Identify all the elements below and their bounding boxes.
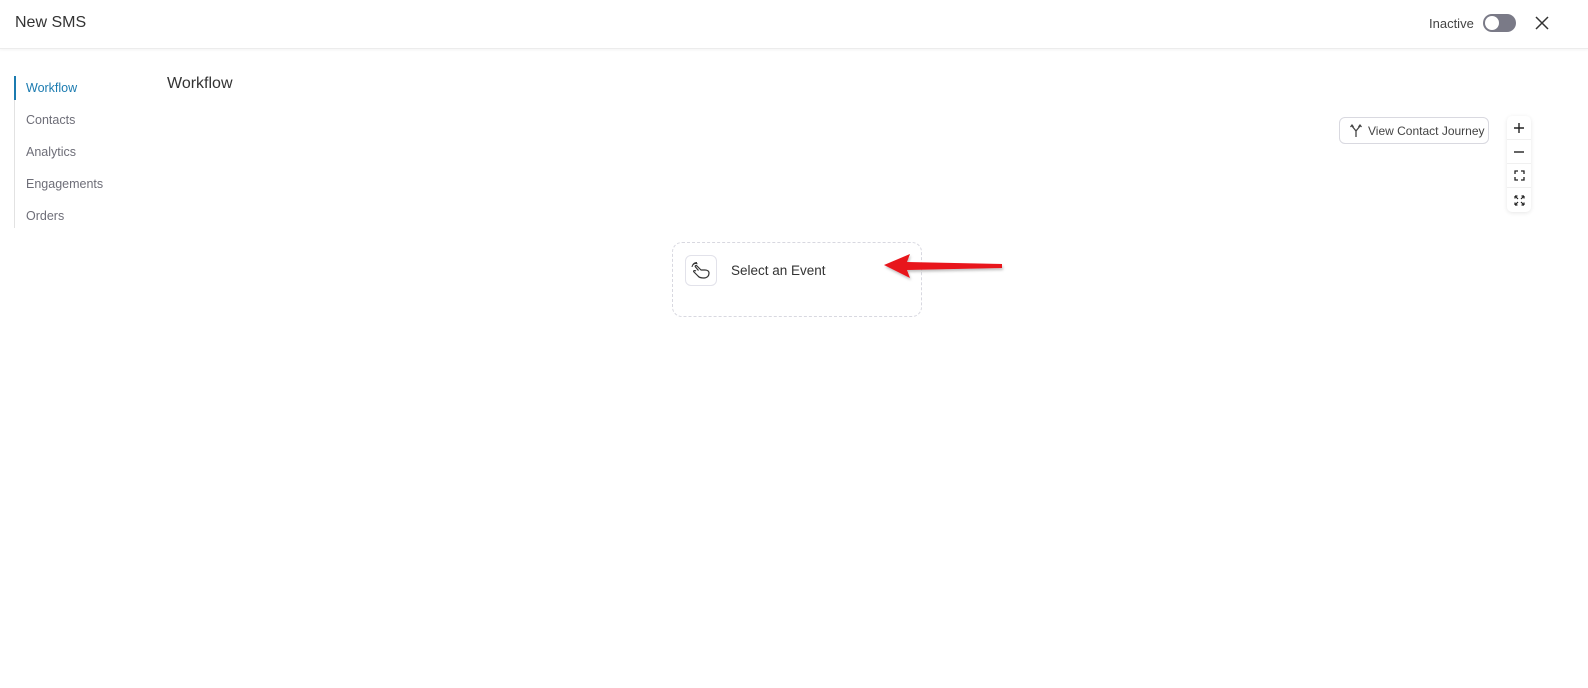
sidebar-item-workflow[interactable]: Workflow [14,76,144,108]
toggle-knob [1485,16,1499,30]
sidebar-item-engagements[interactable]: Engagements [15,172,144,204]
sidebar-item-orders[interactable]: Orders [15,204,144,236]
minus-icon [1514,150,1524,153]
view-contact-journey-label: View Contact Journey [1368,123,1485,138]
event-icon-box [685,255,717,286]
fit-view-icon [1513,170,1525,181]
view-contact-journey-button[interactable]: View Contact Journey [1339,117,1489,144]
zoom-in-button[interactable] [1507,116,1531,140]
close-button[interactable] [1532,12,1552,34]
branch-icon [1350,124,1362,137]
annotation-arrow [884,254,1002,278]
fit-view-button[interactable] [1507,164,1531,188]
expand-icon [1513,194,1525,206]
app-title: New SMS [15,14,87,31]
header-bar: New SMS Inactive [0,0,1588,49]
sidebar-item-contacts[interactable]: Contacts [15,108,144,140]
plus-icon [1514,122,1524,133]
active-toggle[interactable] [1483,14,1516,32]
hand-pointer-icon [691,261,710,279]
page-title: Workflow [167,75,233,92]
arrow-shape [884,254,1002,278]
zoom-controls [1507,116,1531,212]
select-event-label: Select an Event [731,263,826,278]
status-label: Inactive [1429,16,1474,31]
zoom-out-button[interactable] [1507,140,1531,164]
fullscreen-button[interactable] [1507,188,1531,212]
sidebar-item-analytics[interactable]: Analytics [15,140,144,172]
sidebar-nav: Workflow Contacts Analytics Engagements … [14,76,144,228]
close-icon [1535,16,1549,30]
